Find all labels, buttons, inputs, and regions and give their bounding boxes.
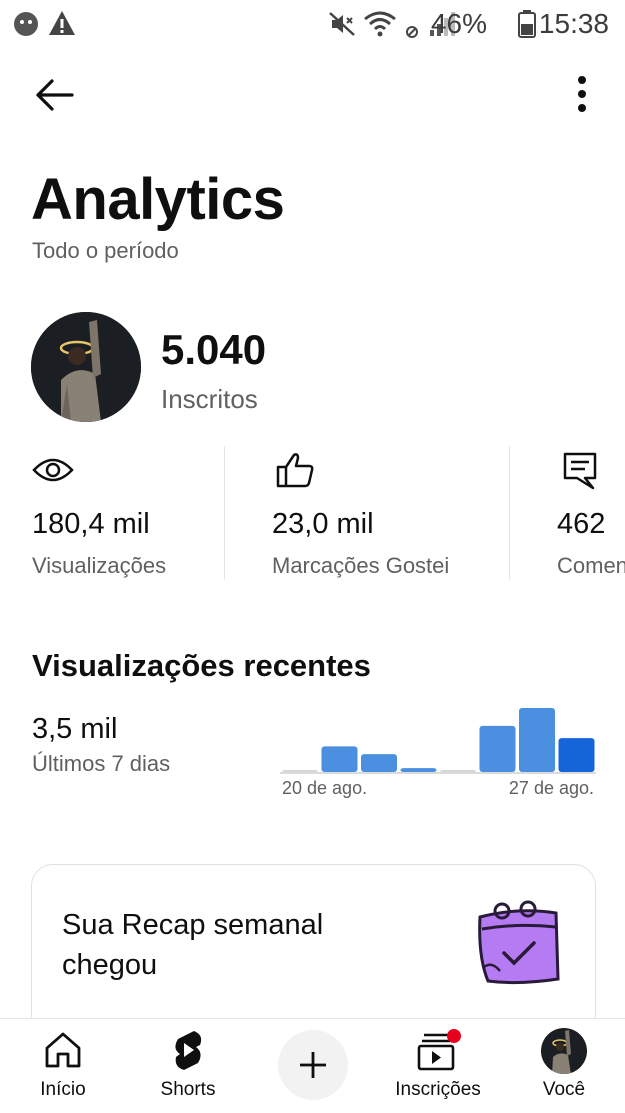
recent-views-value: 3,5 mil [32, 713, 118, 745]
weekly-recap-text: Sua Recap semanal chegou [62, 909, 324, 981]
more-options-icon[interactable] [570, 74, 594, 114]
chart-bar [440, 770, 476, 772]
recent-views-chart[interactable]: 20 de ago. 27 de ago. [280, 700, 600, 810]
status-bar: 46% 15:38 [0, 0, 625, 48]
stat-likes-label: Marcações Gostei [272, 553, 450, 578]
subscriptions-icon [417, 1029, 461, 1071]
battery-percent: 46% [430, 8, 487, 39]
nav-you-label: Você [542, 1079, 586, 1100]
nav-home-label: Início [40, 1079, 86, 1100]
android-icon [14, 12, 38, 36]
channel-avatar-image [31, 312, 141, 422]
chart-bar [361, 754, 397, 772]
recent-views-period: Últimos 7 dias [32, 751, 171, 776]
stat-comments-label: Comentários [557, 553, 625, 578]
stat-views-value: 180,4 mil [32, 508, 150, 540]
subscribers-count: 5.040 [161, 326, 267, 373]
warning-icon [49, 11, 75, 35]
nav-you[interactable]: Você [524, 1019, 604, 1113]
nav-subscriptions-label: Inscrições [395, 1079, 481, 1100]
shorts-icon [175, 1031, 202, 1070]
back-arrow-icon[interactable] [34, 78, 74, 112]
period-label: Todo o período [32, 238, 179, 263]
stat-divider [509, 446, 510, 580]
sim-icon [406, 26, 418, 38]
wifi-icon [364, 11, 396, 37]
chart-bar [321, 746, 358, 772]
stat-comments[interactable]: 462 Comentários [557, 446, 625, 580]
nav-subscriptions[interactable]: Inscrições [380, 1019, 496, 1113]
subscribers-label: Inscritos [161, 384, 258, 414]
nav-shorts-label: Shorts [160, 1079, 216, 1100]
weekly-recap-card[interactable]: Sua Recap semanal chegou [31, 864, 596, 1036]
stat-divider [224, 446, 225, 580]
stat-views-label: Visualizações [32, 553, 167, 578]
avatar [541, 1028, 587, 1074]
recent-views-title: Visualizações recentes [32, 648, 371, 683]
chart-bar [282, 770, 318, 772]
stat-likes[interactable]: 23,0 mil Marcações Gostei [272, 446, 502, 580]
page-title: Analytics [31, 167, 285, 232]
nav-home[interactable]: Início [26, 1019, 100, 1113]
chart-bar [479, 725, 516, 772]
thumbs-up-icon [276, 453, 314, 488]
recap-calendar-icon [478, 900, 560, 985]
chart-tick-label: 27 de ago. [509, 778, 594, 798]
stat-likes-value: 23,0 mil [272, 508, 374, 540]
create-button[interactable] [278, 1030, 348, 1100]
chart-tick-label: 20 de ago. [282, 778, 367, 798]
chart-bar [558, 738, 595, 772]
home-icon [45, 1032, 81, 1068]
eye-icon [32, 458, 74, 482]
stat-views[interactable]: 180,4 mil Visualizações [32, 446, 222, 580]
clock: 15:38 [538, 8, 609, 39]
mute-icon [329, 12, 355, 36]
plus-icon [300, 1052, 326, 1078]
comment-icon [563, 452, 597, 490]
stat-comments-value: 462 [557, 508, 606, 540]
chart-bar [400, 768, 437, 772]
chart-bar [519, 708, 555, 772]
channel-avatar [31, 312, 141, 422]
battery-icon [518, 10, 536, 38]
nav-shorts[interactable]: Shorts [146, 1019, 230, 1113]
